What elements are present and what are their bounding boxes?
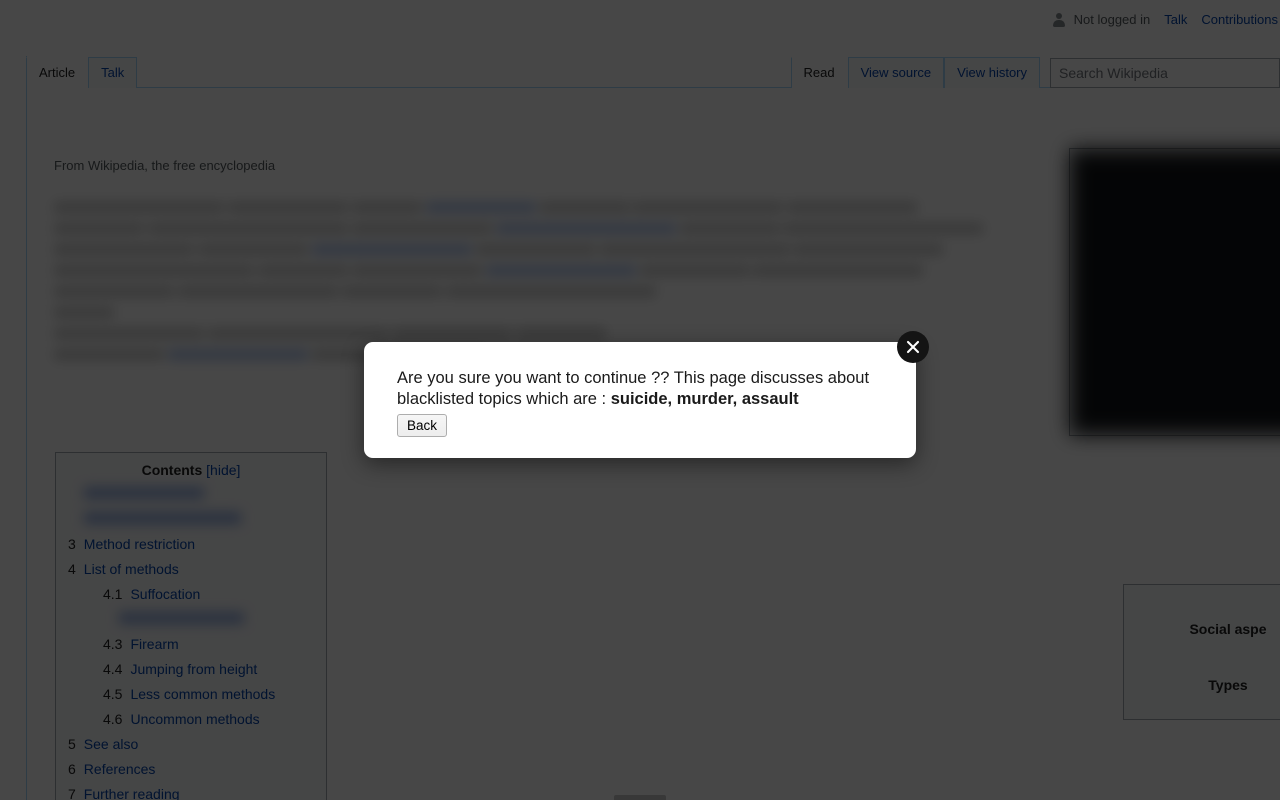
warning-message: Are you sure you want to continue ?? Thi… bbox=[397, 368, 884, 410]
warning-topics: suicide, murder, assault bbox=[610, 390, 799, 408]
content-warning-dialog: Are you sure you want to continue ?? Thi… bbox=[364, 342, 916, 458]
close-icon[interactable] bbox=[897, 331, 929, 363]
back-button[interactable]: Back bbox=[397, 414, 448, 437]
screen-root: Not logged in Talk Contributions Article… bbox=[0, 0, 1280, 800]
